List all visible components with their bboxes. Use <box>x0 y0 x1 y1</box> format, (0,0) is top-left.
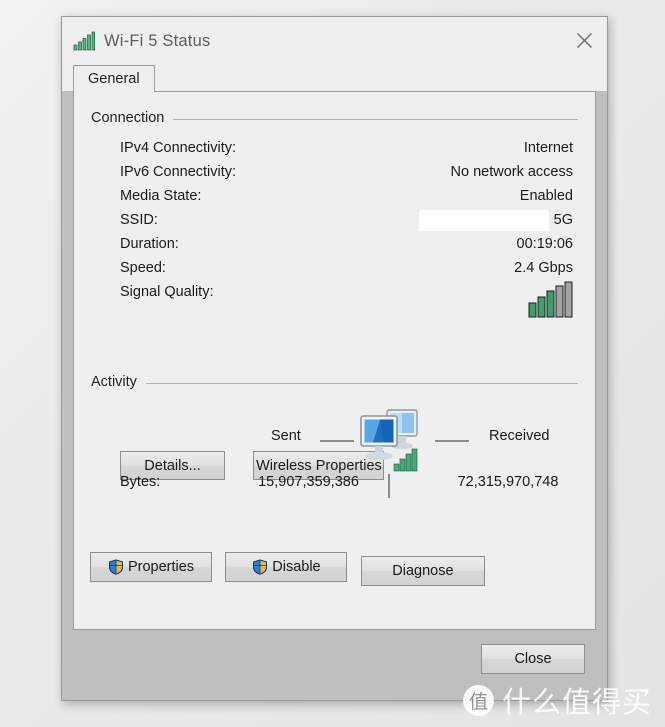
row-ipv4: IPv4 Connectivity: Internet <box>91 136 578 160</box>
row-ipv6: IPv6 Connectivity: No network access <box>91 160 578 184</box>
watermark: 值 什么值得买 <box>462 679 652 721</box>
wifi-status-dialog: Wi-Fi 5 Status General Connection IPv4 C… <box>61 16 608 701</box>
tab-page-general: Connection IPv4 Connectivity: Internet I… <box>73 91 596 630</box>
row-signal-quality: Signal Quality: <box>91 280 578 320</box>
properties-button[interactable]: Properties <box>90 552 212 582</box>
ssid-redaction-box <box>419 210 549 231</box>
connection-rows: IPv4 Connectivity: Internet IPv6 Connect… <box>91 136 578 320</box>
ipv6-value: No network access <box>450 164 574 180</box>
bytes-row: Bytes: 15,907,359,386 72,315,970,748 <box>91 474 578 498</box>
connection-group: Connection IPv4 Connectivity: Internet I… <box>91 109 578 320</box>
media-state-value: Enabled <box>519 188 573 204</box>
disable-button[interactable]: Disable <box>225 552 348 582</box>
row-ssid: SSID: 5G <box>91 208 578 232</box>
activity-group-header: Activity <box>91 373 578 391</box>
duration-label: Duration: <box>120 236 179 252</box>
page-actions: Properties Disable Diagnose <box>90 552 485 586</box>
ssid-label: SSID: <box>120 212 158 228</box>
bytes-divider <box>388 474 390 498</box>
watermark-text: 什么值得买 <box>501 685 652 719</box>
speed-label: Speed: <box>120 260 166 276</box>
row-duration: Duration: 00:19:06 <box>91 232 578 256</box>
bytes-received-value: 72,315,970,748 <box>457 474 559 490</box>
ipv6-label: IPv6 Connectivity: <box>120 164 237 180</box>
two-monitors-icon <box>354 406 426 481</box>
window-title: Wi-Fi 5 Status <box>104 31 211 50</box>
media-state-label: Media State: <box>120 188 202 204</box>
diagnose-button-label: Diagnose <box>392 563 454 579</box>
speed-value: 2.4 Gbps <box>514 260 573 276</box>
bytes-sent-value: 15,907,359,386 <box>258 474 359 490</box>
ipv4-value: Internet <box>523 140 573 156</box>
group-divider <box>173 118 578 120</box>
duration-value: 00:19:06 <box>516 236 573 252</box>
disable-button-label: Disable <box>272 559 321 575</box>
signal-quality-label: Signal Quality: <box>120 284 214 300</box>
tab-general-label: General <box>88 71 140 87</box>
screen: Wi-Fi 5 Status General Connection IPv4 C… <box>0 0 665 727</box>
ssid-value: 5G <box>553 212 573 228</box>
tab-general[interactable]: General <box>73 65 155 92</box>
group-divider <box>145 382 578 384</box>
tab-strip: General <box>62 65 607 92</box>
bytes-label: Bytes: <box>120 474 161 490</box>
signal-strength-icon <box>528 281 576 327</box>
close-button-label: Close <box>514 651 552 667</box>
activity-group: Activity Sent Received Bytes: 15,907,359… <box>91 373 578 498</box>
row-speed: Speed: 2.4 Gbps <box>91 256 578 280</box>
signal-bars-icon <box>73 31 95 51</box>
connection-group-header: Connection <box>91 109 578 127</box>
shield-icon <box>108 559 123 575</box>
shield-icon <box>253 559 268 575</box>
sent-dash <box>320 440 354 442</box>
activity-body: Sent Received Bytes: 15,907,359,386 72,3… <box>91 391 578 498</box>
received-label: Received <box>489 428 550 444</box>
watermark-badge: 值 <box>462 684 494 716</box>
ipv4-label: IPv4 Connectivity: <box>120 140 237 156</box>
sent-label: Sent <box>271 428 301 444</box>
connection-group-label: Connection <box>91 110 165 126</box>
close-icon[interactable] <box>561 17 607 64</box>
close-button[interactable]: Close <box>481 644 585 674</box>
row-media-state: Media State: Enabled <box>91 184 578 208</box>
title-bar: Wi-Fi 5 Status <box>62 17 607 65</box>
received-dash <box>435 440 469 442</box>
diagnose-button[interactable]: Diagnose <box>360 556 485 586</box>
properties-button-label: Properties <box>127 559 195 575</box>
activity-group-label: Activity <box>91 374 137 390</box>
